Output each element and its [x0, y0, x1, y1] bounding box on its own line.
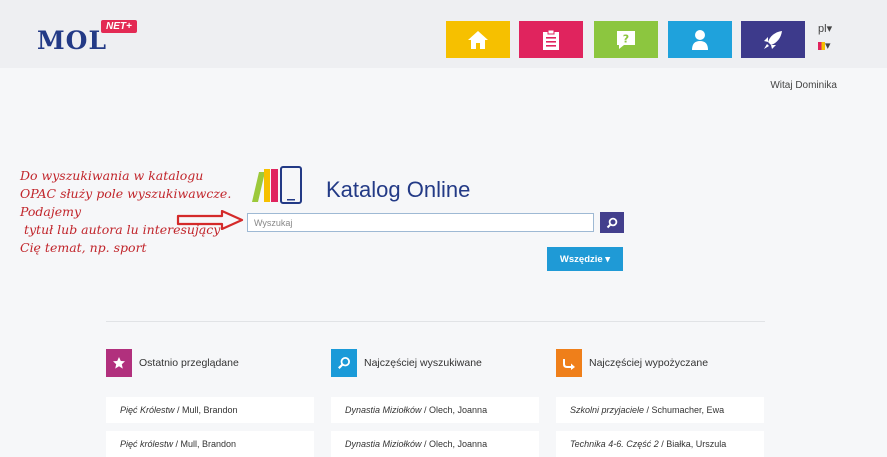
- annotation-line: Do wyszukiwania w katalogu: [20, 168, 204, 183]
- search-scope-dropdown[interactable]: Wszędzie ▾: [547, 247, 623, 271]
- list-item[interactable]: Szkolni przyjaciele / Schumacher, Ewa: [556, 397, 764, 423]
- most-searched-panel: Najczęściej wyszukiwane Dynastia Miziołk…: [331, 349, 539, 457]
- book-title: Szkolni przyjaciele: [570, 405, 645, 415]
- nav-help-button[interactable]: ?: [594, 21, 658, 58]
- nav-clipboard-button[interactable]: [519, 21, 583, 58]
- help-icon: ?: [617, 30, 635, 49]
- book-title: Technika 4-6. Część 2: [570, 439, 659, 449]
- panel-header: Najczęściej wypożyczane: [556, 349, 764, 377]
- color-theme-icon: [818, 42, 825, 51]
- chevron-down-icon: ▾: [826, 23, 833, 35]
- rocket-icon: [764, 30, 782, 49]
- recently-viewed-panel: Ostatnio przeglądane Pięć Królestw / Mul…: [106, 349, 314, 457]
- panel-title: Najczęściej wypożyczane: [589, 357, 709, 369]
- catalog-books-icon: [252, 166, 302, 204]
- annotation-line: Cię temat, np. sport: [20, 240, 147, 255]
- search-icon: [338, 356, 350, 369]
- list-item[interactable]: Pięć królestw / Mull, Brandon: [106, 431, 314, 457]
- panel-title: Ostatnio przeglądane: [139, 357, 239, 369]
- panel-title: Najczęściej wyszukiwane: [364, 357, 482, 369]
- most-borrowed-panel: Najczęściej wypożyczane Szkolni przyjaci…: [556, 349, 764, 457]
- home-icon: [468, 30, 488, 49]
- catalog-title: Katalog Online: [326, 177, 471, 202]
- user-icon: [692, 29, 708, 50]
- theme-switcher[interactable]: ▾: [818, 39, 832, 52]
- book-author: / Mull, Brandon: [173, 439, 237, 449]
- list-item[interactable]: Dynastia Miziołków / Olech, Joanna: [331, 431, 539, 457]
- book-author: / Schumacher, Ewa: [644, 405, 725, 415]
- panel-icon-box: [331, 349, 357, 377]
- book-title: Dynastia Miziołków: [345, 439, 422, 449]
- panel-header: Ostatnio przeglądane: [106, 349, 314, 377]
- top-bar: MOL NET+ ? pl▾ ▾: [0, 0, 887, 68]
- search-icon: [606, 217, 618, 228]
- list-item[interactable]: Pięć Królestw / Mull, Brandon: [106, 397, 314, 423]
- book-title: Dynastia Miziołków: [345, 405, 422, 415]
- nav-rocket-button[interactable]: [741, 21, 805, 58]
- book-author: / Olech, Joanna: [421, 439, 488, 449]
- book-title: Pięć Królestw: [120, 405, 175, 415]
- panel-icon-box: [106, 349, 132, 377]
- annotation-line: OPAC służy pole wyszukiwawcze.: [20, 186, 232, 201]
- section-divider: [106, 321, 765, 322]
- list-item[interactable]: Technika 4-6. Część 2 / Białka, Urszula: [556, 431, 764, 457]
- mol-logo[interactable]: MOL NET+: [37, 20, 137, 55]
- search-button[interactable]: [600, 212, 624, 233]
- list-item[interactable]: Dynastia Miziołków / Olech, Joanna: [331, 397, 539, 423]
- panel-header: Najczęściej wyszukiwane: [331, 349, 539, 377]
- star-icon: [113, 357, 125, 369]
- logo-badge: NET+: [101, 20, 137, 33]
- book-title: Pięć królestw: [120, 439, 174, 449]
- logo-text: MOL: [37, 26, 108, 55]
- annotation-arrow-icon: [176, 210, 244, 230]
- nav-user-button[interactable]: [668, 21, 732, 58]
- svg-text:?: ?: [623, 32, 629, 45]
- book-author: / Mull, Brandon: [174, 405, 238, 415]
- search-input[interactable]: [247, 213, 594, 232]
- return-arrow-icon: [563, 359, 575, 370]
- language-code: pl: [818, 23, 827, 35]
- chevron-down-icon: ▾: [825, 40, 831, 52]
- nav-home-button[interactable]: [446, 21, 510, 58]
- welcome-text: Witaj Dominika: [770, 80, 837, 91]
- book-author: / Białka, Urszula: [658, 439, 727, 449]
- language-switcher[interactable]: pl▾ ▾: [818, 22, 832, 52]
- clipboard-icon: [543, 29, 559, 50]
- panel-icon-box: [556, 349, 582, 377]
- book-author: / Olech, Joanna: [421, 405, 488, 415]
